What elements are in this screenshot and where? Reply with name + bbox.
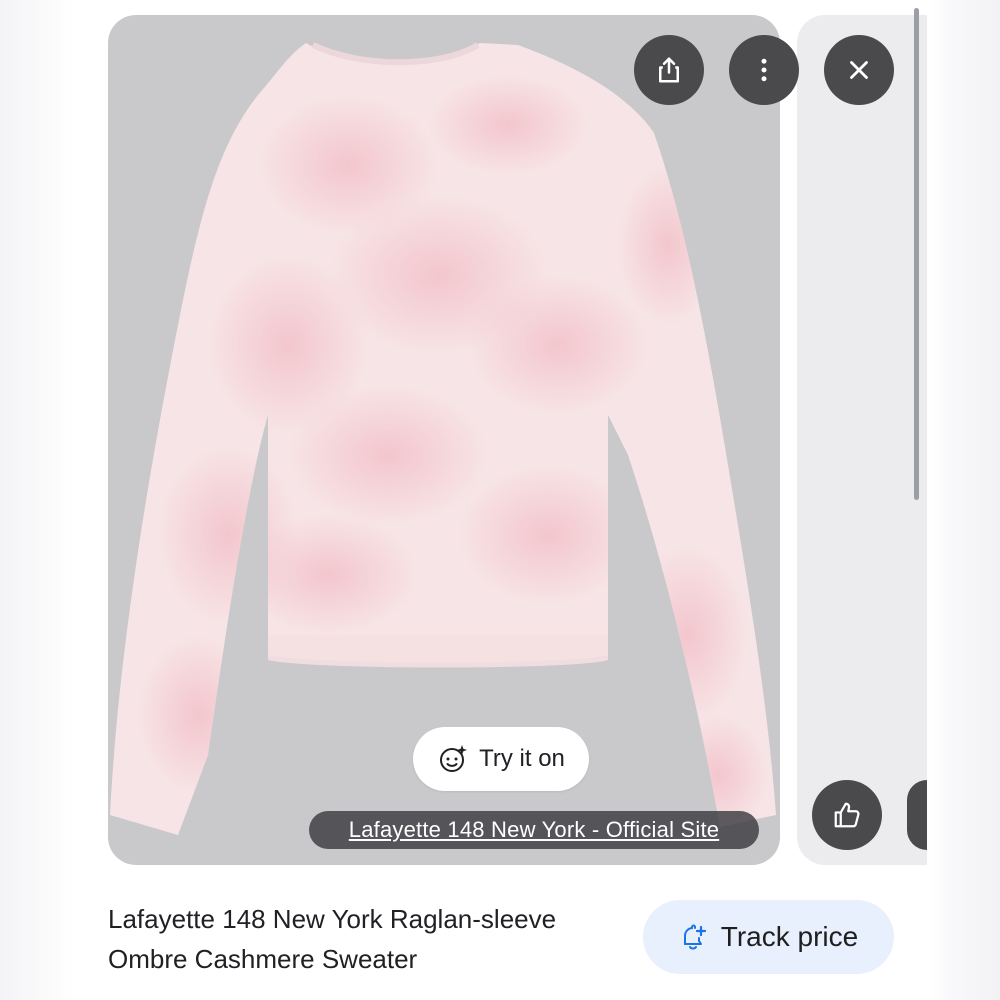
source-link[interactable]: Lafayette 148 New York - Official Site <box>349 817 719 843</box>
try-it-on-label: Try it on <box>479 745 565 772</box>
right-blurred-edge <box>927 0 1000 1000</box>
like-button[interactable] <box>812 780 882 850</box>
share-icon <box>659 57 679 83</box>
close-button[interactable] <box>824 35 894 105</box>
share-button[interactable] <box>634 35 704 105</box>
try-it-on-button[interactable]: Try it on <box>413 727 589 791</box>
bell-add-icon <box>683 924 706 950</box>
track-price-label: Track price <box>720 921 859 952</box>
thumbs-up-icon <box>834 802 860 828</box>
more-options-button[interactable] <box>729 35 799 105</box>
left-blurred-edge <box>0 0 75 1000</box>
track-price-button[interactable]: Track price <box>643 900 894 974</box>
dislike-button-partial[interactable] <box>907 780 927 850</box>
product-title-line-2: Ombre Cashmere Sweater <box>108 944 418 974</box>
scrollbar[interactable] <box>914 8 919 500</box>
next-result-card[interactable] <box>797 15 927 865</box>
product-title-line-1: Lafayette 148 New York Raglan-sleeve <box>108 904 557 934</box>
source-link-chip[interactable]: Lafayette 148 New York - Official Site <box>309 811 759 849</box>
more-vert-icon <box>761 58 767 82</box>
close-icon <box>850 61 868 79</box>
product-title: Lafayette 148 New York Raglan-sleeve Omb… <box>108 899 628 979</box>
try-on-face-sparkle-icon <box>440 745 468 772</box>
